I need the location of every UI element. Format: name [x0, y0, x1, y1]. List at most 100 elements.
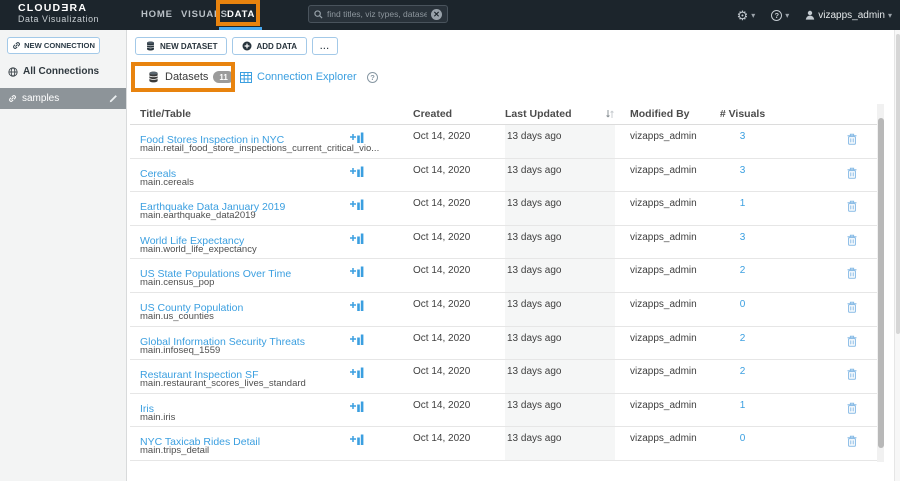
brand-name: CLOUDƎRA: [18, 3, 99, 15]
last-updated: 13 days ago: [505, 259, 615, 292]
table-row: Food Stores Inspection in NYC main.retai…: [130, 125, 879, 159]
new-connection-label: NEW CONNECTION: [24, 41, 95, 50]
tab-datasets-label: Datasets: [165, 71, 208, 83]
user-menu[interactable]: vizapps_admin ▾: [805, 10, 892, 21]
modified-by: vizapps_admin: [630, 226, 715, 259]
col-header-modified-by[interactable]: Modified By: [630, 104, 715, 124]
delete-icon[interactable]: [837, 226, 867, 259]
delete-icon[interactable]: [837, 293, 867, 326]
last-updated: 13 days ago: [505, 293, 615, 326]
search-clear-icon[interactable]: ✕: [431, 9, 442, 20]
connection-name: samples: [22, 93, 59, 104]
dataset-table-name: main.us_counties: [140, 311, 410, 322]
delete-icon[interactable]: [837, 360, 867, 393]
visuals-count-link[interactable]: 3: [715, 125, 770, 158]
nav-item-home[interactable]: HOME: [141, 9, 173, 20]
nav-item-data[interactable]: DATA: [227, 9, 255, 20]
plus-circle-icon: [242, 41, 252, 51]
brand-product: Data Visualization: [18, 15, 99, 25]
add-data-button[interactable]: ADD DATA: [232, 37, 307, 55]
delete-icon[interactable]: [837, 125, 867, 158]
table-row: Cereals main.cereals Oct 14, 2020 13 day…: [130, 159, 879, 193]
col-header-last-updated[interactable]: Last Updated: [505, 108, 572, 120]
sort-icon[interactable]: [605, 109, 615, 119]
tab-datasets[interactable]: Datasets 11: [147, 71, 234, 83]
created-date: Oct 14, 2020: [413, 125, 505, 158]
delete-icon[interactable]: [837, 159, 867, 192]
visuals-count-link[interactable]: 2: [715, 360, 770, 393]
modified-by: vizapps_admin: [630, 327, 715, 360]
top-navbar: CLOUDƎRA Data Visualization HOME VISUALS…: [0, 0, 900, 30]
add-data-label: ADD DATA: [256, 42, 297, 51]
visuals-count-link[interactable]: 0: [715, 427, 770, 460]
more-actions-button[interactable]: ...: [312, 37, 338, 55]
col-header-created[interactable]: Created: [413, 104, 505, 124]
dataset-table-name: main.world_life_expectancy: [140, 244, 410, 255]
visuals-count-link[interactable]: 2: [715, 259, 770, 292]
modified-by: vizapps_admin: [630, 360, 715, 393]
datasets-help-icon[interactable]: ?: [367, 72, 378, 83]
delete-icon[interactable]: [837, 394, 867, 427]
cloudera-logo: CLOUDƎRA Data Visualization: [18, 3, 99, 24]
search-input[interactable]: [327, 9, 427, 19]
col-header-visuals[interactable]: # Visuals: [715, 104, 770, 124]
table-row: Restaurant Inspection SF main.restaurant…: [130, 360, 879, 394]
last-updated: 13 days ago: [505, 327, 615, 360]
table-row: Earthquake Data January 2019 main.earthq…: [130, 192, 879, 226]
chevron-down-icon: ▾: [888, 11, 892, 20]
last-updated: 13 days ago: [505, 192, 615, 225]
visuals-count-link[interactable]: 0: [715, 293, 770, 326]
tab-connection-explorer[interactable]: Connection Explorer: [240, 71, 357, 83]
last-updated: 13 days ago: [505, 125, 615, 158]
visuals-count-link[interactable]: 1: [715, 192, 770, 225]
dataset-table-name: main.trips_detail: [140, 445, 410, 456]
link-icon: [8, 94, 17, 103]
last-updated: 13 days ago: [505, 394, 615, 427]
last-updated: 13 days ago: [505, 360, 615, 393]
modified-by: vizapps_admin: [630, 192, 715, 225]
page-scrollbar-thumb[interactable]: [896, 34, 900, 334]
global-search[interactable]: ✕: [308, 5, 448, 23]
new-dataset-button[interactable]: NEW DATASET: [135, 37, 227, 55]
modified-by: vizapps_admin: [630, 427, 715, 460]
datasets-icon: [145, 41, 156, 51]
modified-by: vizapps_admin: [630, 394, 715, 427]
table-row: US State Populations Over Time main.cens…: [130, 259, 879, 293]
created-date: Oct 14, 2020: [413, 327, 505, 360]
page-scrollbar[interactable]: [894, 30, 900, 481]
edit-connection-icon[interactable]: [109, 94, 118, 103]
settings-menu[interactable]: ⚙ ▾: [737, 9, 756, 22]
help-menu[interactable]: ? ▾: [771, 10, 789, 21]
created-date: Oct 14, 2020: [413, 159, 505, 192]
globe-icon: [8, 67, 18, 77]
delete-icon[interactable]: [837, 327, 867, 360]
datasets-table: Title/Table Created Last Updated Modifie…: [130, 104, 879, 461]
dataset-toolbar: NEW DATASET ADD DATA ...: [135, 37, 338, 55]
nav-item-visuals[interactable]: VISUALS: [181, 9, 228, 20]
table-scrollbar-thumb[interactable]: [878, 118, 884, 448]
user-name: vizapps_admin: [818, 10, 885, 21]
delete-icon[interactable]: [837, 427, 867, 460]
modified-by: vizapps_admin: [630, 159, 715, 192]
search-icon: [314, 10, 323, 19]
visuals-count-link[interactable]: 2: [715, 327, 770, 360]
connections-sidebar: NEW CONNECTION All Connections samples: [0, 30, 127, 481]
table-grid-icon: [240, 72, 252, 83]
last-updated: 13 days ago: [505, 226, 615, 259]
help-icon: ?: [771, 10, 782, 21]
all-connections-item[interactable]: All Connections: [8, 66, 99, 77]
sidebar-item-samples[interactable]: samples: [0, 88, 126, 109]
visuals-count-link[interactable]: 3: [715, 159, 770, 192]
created-date: Oct 14, 2020: [413, 427, 505, 460]
visuals-count-link[interactable]: 1: [715, 394, 770, 427]
new-connection-button[interactable]: NEW CONNECTION: [7, 37, 100, 54]
delete-icon[interactable]: [837, 259, 867, 292]
visuals-count-link[interactable]: 3: [715, 226, 770, 259]
table-scrollbar[interactable]: [877, 104, 884, 462]
created-date: Oct 14, 2020: [413, 192, 505, 225]
delete-icon[interactable]: [837, 192, 867, 225]
dataset-table-name: main.cereals: [140, 177, 410, 188]
col-header-title[interactable]: Title/Table: [140, 104, 345, 124]
navbar-controls: ⚙ ▾ ? ▾ vizapps_admin ▾: [737, 0, 892, 30]
created-date: Oct 14, 2020: [413, 259, 505, 292]
